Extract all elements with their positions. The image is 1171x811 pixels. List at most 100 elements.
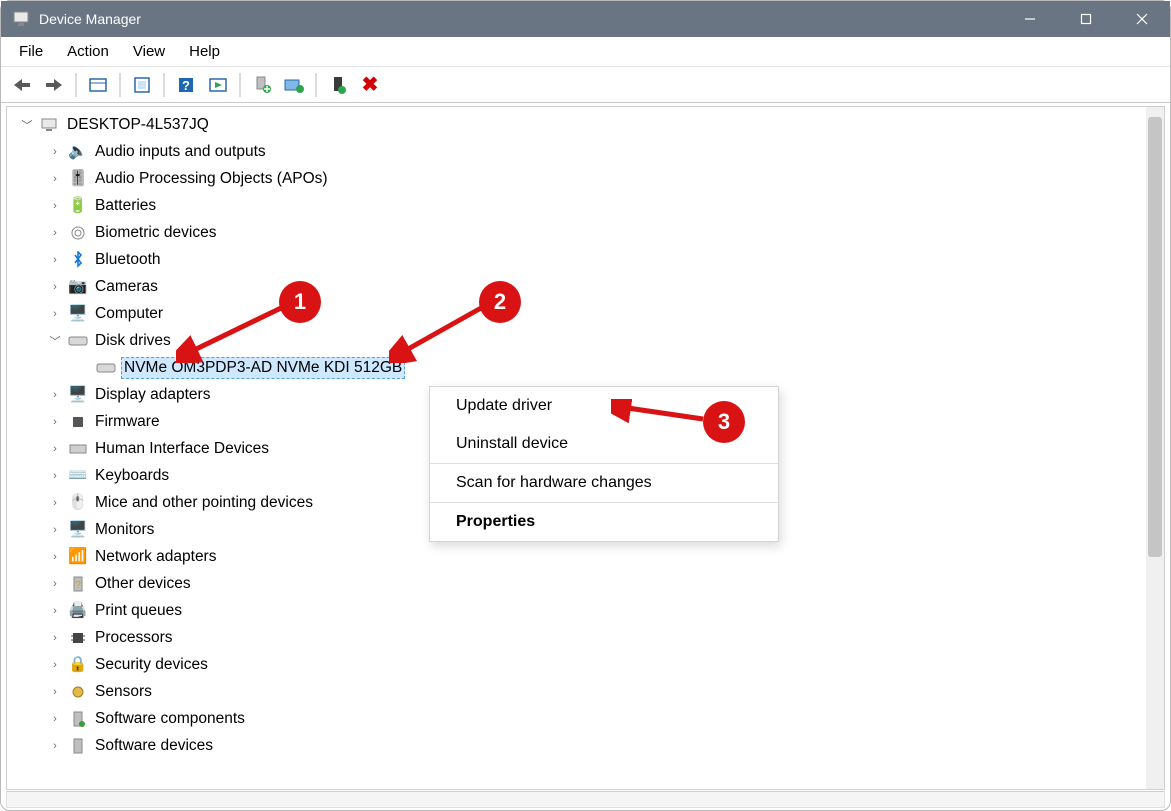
menu-help[interactable]: Help	[177, 39, 232, 64]
sensor-icon	[67, 682, 89, 702]
bluetooth-icon	[67, 250, 89, 270]
help-button[interactable]: ?	[171, 71, 201, 99]
chevron-right-icon: ›	[47, 713, 63, 725]
monitor-icon: 🖥️	[67, 520, 89, 540]
menu-file[interactable]: File	[7, 39, 55, 64]
window-controls	[1002, 1, 1170, 37]
unknown-icon: ?	[67, 574, 89, 594]
enable-device-button[interactable]	[323, 71, 353, 99]
minimize-button[interactable]	[1002, 1, 1058, 37]
tree-item-apo[interactable]: ›🎚️Audio Processing Objects (APOs)	[7, 165, 1146, 192]
speaker-icon: 🔈	[67, 142, 89, 162]
tree-item-sensors[interactable]: ›Sensors	[7, 678, 1146, 705]
chevron-right-icon: ›	[47, 470, 63, 482]
chevron-right-icon: ›	[47, 551, 63, 563]
callout-3: 3	[703, 401, 745, 443]
callout-2: 2	[479, 281, 521, 323]
battery-icon: 🔋	[67, 196, 89, 216]
forward-button[interactable]	[39, 71, 69, 99]
chevron-right-icon: ›	[47, 146, 63, 158]
hid-icon	[67, 439, 89, 459]
security-icon: 🔒	[67, 655, 89, 675]
chevron-right-icon: ›	[47, 200, 63, 212]
toolbar-separator	[239, 73, 241, 97]
tree-item-biometric[interactable]: ›Biometric devices	[7, 219, 1146, 246]
x-icon: ✖	[362, 72, 379, 97]
chevron-right-icon: ›	[47, 686, 63, 698]
fingerprint-icon	[67, 223, 89, 243]
arrow-2	[389, 303, 489, 363]
chevron-right-icon: ›	[47, 632, 63, 644]
status-bar	[6, 791, 1165, 808]
tree-item-software-devices[interactable]: ›Software devices	[7, 732, 1146, 759]
tree-item-processors[interactable]: ›Processors	[7, 624, 1146, 651]
camera-icon: 📷	[67, 277, 89, 297]
mouse-icon: 🖱️	[67, 493, 89, 513]
device-icon	[67, 736, 89, 756]
tree-item-network-adapters[interactable]: ›📶Network adapters	[7, 543, 1146, 570]
printer-icon: 🖨️	[67, 601, 89, 621]
disk-icon	[95, 358, 117, 378]
update-driver-button[interactable]	[247, 71, 277, 99]
tree-item-audio-io[interactable]: ›🔈Audio inputs and outputs	[7, 138, 1146, 165]
tree-root-label: DESKTOP-4L537JQ	[65, 115, 211, 135]
chip-icon	[67, 412, 89, 432]
chevron-right-icon: ›	[47, 524, 63, 536]
ctx-scan-hardware[interactable]: Scan for hardware changes	[430, 464, 778, 502]
window-title: Device Manager	[39, 11, 141, 27]
svg-text:?: ?	[75, 580, 81, 591]
component-icon	[67, 709, 89, 729]
tree-item-batteries[interactable]: ›🔋Batteries	[7, 192, 1146, 219]
gpu-icon: 🖥️	[67, 385, 89, 405]
chevron-right-icon: ›	[47, 173, 63, 185]
audio-fx-icon: 🎚️	[67, 169, 89, 189]
disk-icon	[67, 331, 89, 351]
tree-item-bluetooth[interactable]: ›Bluetooth	[7, 246, 1146, 273]
vertical-scrollbar[interactable]	[1146, 107, 1164, 789]
chevron-down-icon: ﹀	[47, 333, 63, 349]
chevron-right-icon: ›	[47, 308, 63, 320]
close-button[interactable]	[1114, 1, 1170, 37]
monitor-icon: 🖥️	[67, 304, 89, 324]
menu-action[interactable]: Action	[55, 39, 121, 64]
menubar: File Action View Help	[1, 37, 1170, 67]
toolbar-separator	[315, 73, 317, 97]
tree-item-security-devices[interactable]: ›🔒Security devices	[7, 651, 1146, 678]
chevron-right-icon: ›	[47, 578, 63, 590]
tree-root[interactable]: ﹀ DESKTOP-4L537JQ	[7, 111, 1146, 138]
scan-hardware-button[interactable]	[203, 71, 233, 99]
tree-item-software-components[interactable]: ›Software components	[7, 705, 1146, 732]
toolbar-separator	[163, 73, 165, 97]
chevron-right-icon: ›	[47, 443, 63, 455]
toolbar: ? ✖	[1, 67, 1170, 103]
network-icon: 📶	[67, 547, 89, 567]
menu-view[interactable]: View	[121, 39, 177, 64]
ctx-properties[interactable]: Properties	[430, 503, 778, 541]
chevron-right-icon: ›	[47, 227, 63, 239]
chevron-right-icon: ›	[47, 254, 63, 266]
toolbar-separator	[75, 73, 77, 97]
chevron-right-icon: ›	[47, 605, 63, 617]
chevron-down-icon: ﹀	[19, 117, 35, 133]
scrollbar-thumb[interactable]	[1148, 117, 1162, 557]
chevron-right-icon: ›	[47, 416, 63, 428]
disable-device-button[interactable]: ✖	[355, 71, 385, 99]
show-hidden-button[interactable]	[83, 71, 113, 99]
maximize-button[interactable]	[1058, 1, 1114, 37]
keyboard-icon: ⌨️	[67, 466, 89, 486]
toolbar-separator	[119, 73, 121, 97]
chevron-right-icon: ›	[47, 659, 63, 671]
arrow-3	[611, 399, 711, 429]
tree-item-cameras[interactable]: ›📷Cameras	[7, 273, 1146, 300]
chevron-right-icon: ›	[47, 740, 63, 752]
chevron-right-icon: ›	[47, 281, 63, 293]
uninstall-device-button[interactable]	[279, 71, 309, 99]
tree-item-print-queues[interactable]: ›🖨️Print queues	[7, 597, 1146, 624]
tree-item-other-devices[interactable]: ›?Other devices	[7, 570, 1146, 597]
back-button[interactable]	[7, 71, 37, 99]
arrow-1	[176, 303, 286, 363]
svg-text:?: ?	[182, 78, 190, 93]
properties-button[interactable]	[127, 71, 157, 99]
computer-icon	[39, 115, 61, 135]
titlebar: Device Manager	[1, 1, 1170, 37]
